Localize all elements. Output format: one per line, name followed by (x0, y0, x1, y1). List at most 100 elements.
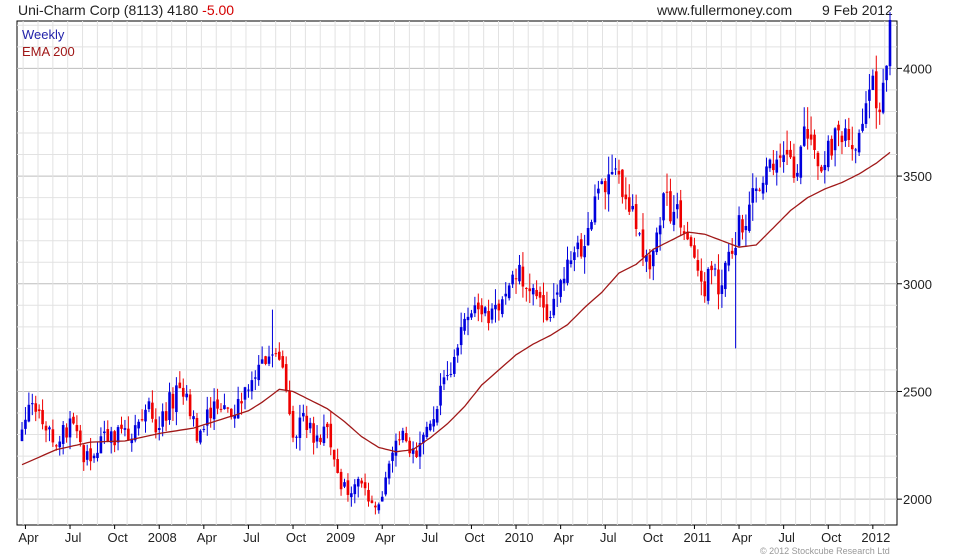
candle-body (871, 75, 875, 91)
candle-body (96, 452, 99, 459)
x-tick-label: 2008 (148, 530, 177, 545)
candle-body (737, 215, 741, 246)
candle-body (868, 89, 871, 101)
candle-body (339, 471, 343, 490)
candle-body (727, 251, 731, 266)
y-tick-label: 2500 (903, 384, 932, 399)
candle-body (593, 196, 597, 223)
candle-body (401, 430, 405, 441)
candle-body (188, 394, 192, 417)
candle-body (782, 155, 785, 163)
candle-body (315, 435, 319, 442)
candle-body (151, 402, 154, 419)
candle-body (456, 347, 460, 356)
candle-body (881, 82, 885, 113)
candle-body (463, 318, 466, 331)
candle-body (223, 405, 226, 410)
candle-body (724, 262, 727, 290)
candle-body (789, 149, 792, 158)
candle-body (874, 71, 878, 109)
candle-body (778, 155, 782, 158)
candle-body (387, 463, 391, 479)
candle-body (679, 200, 683, 228)
candle-body (343, 482, 346, 487)
candle-body (37, 409, 41, 412)
candle-body (713, 268, 717, 270)
candle-body (243, 387, 247, 400)
candle-body (535, 289, 538, 297)
candle-body (278, 351, 281, 360)
plot-area-frame (16, 20, 898, 526)
candle-body (792, 156, 796, 178)
candle-body (885, 65, 888, 81)
candle-body (123, 428, 127, 430)
candle-body (662, 193, 665, 221)
candle-body (706, 268, 710, 301)
candle-body (655, 232, 659, 253)
candle-body (199, 430, 202, 443)
x-tick-label: Apr (554, 530, 575, 545)
candle-body (408, 440, 411, 454)
x-tick-label: Apr (732, 530, 753, 545)
candle-body (658, 225, 662, 235)
candle-body (744, 226, 748, 231)
y-tick-label: 2000 (903, 492, 932, 507)
candle-body (181, 387, 185, 397)
candle-body (675, 204, 679, 210)
candle-body (82, 445, 86, 463)
candle-body (103, 431, 106, 434)
candle-body (92, 455, 96, 459)
candle-body (394, 440, 398, 456)
candle-body (672, 211, 676, 225)
candle-body (295, 436, 298, 438)
candle-body (470, 313, 473, 318)
candle-body (542, 295, 545, 308)
candle-body (785, 149, 789, 155)
candle-body (768, 159, 772, 169)
candle-body (648, 254, 652, 270)
candle-body (380, 496, 384, 502)
y-tick-label: 3000 (903, 277, 932, 292)
x-tick-label: Oct (643, 530, 664, 545)
candle-body (65, 427, 68, 438)
candle-body (579, 239, 583, 257)
candle-body (85, 451, 89, 460)
x-tick-label: Apr (197, 530, 218, 545)
candle-body (555, 292, 559, 295)
candle-body (806, 128, 809, 139)
candle-body (157, 428, 161, 430)
candle-body (20, 429, 24, 442)
candle-body (432, 419, 435, 427)
candle-body (861, 123, 864, 131)
x-tick-label: Jul (600, 530, 617, 545)
candle-body (487, 310, 490, 324)
candle-body (353, 484, 357, 495)
candle-body (483, 307, 487, 314)
candle-body (291, 410, 295, 438)
candle-body (89, 448, 92, 462)
x-tick-label: Apr (18, 530, 39, 545)
candle-body (720, 285, 724, 294)
candle-body (751, 188, 755, 203)
candle-body (61, 425, 65, 444)
candle-body (79, 430, 82, 443)
candle-body (466, 316, 470, 321)
candle-body (271, 354, 274, 356)
candle-body (717, 269, 720, 295)
candle-body (415, 450, 418, 458)
candle-body (847, 128, 851, 141)
candle-body (264, 356, 267, 364)
candle-body (164, 411, 168, 421)
candle-body (597, 188, 600, 194)
candle-body (840, 135, 844, 143)
candle-body (607, 174, 610, 195)
x-tick-label: Oct (108, 530, 129, 545)
candle-body (617, 170, 621, 175)
candle-body (288, 390, 291, 415)
candle-body (267, 356, 271, 364)
candle-body (209, 407, 212, 419)
candle-body (250, 380, 254, 392)
candle-body (576, 242, 580, 250)
candle-body (765, 166, 768, 185)
x-tick-label: 2011 (683, 530, 711, 545)
